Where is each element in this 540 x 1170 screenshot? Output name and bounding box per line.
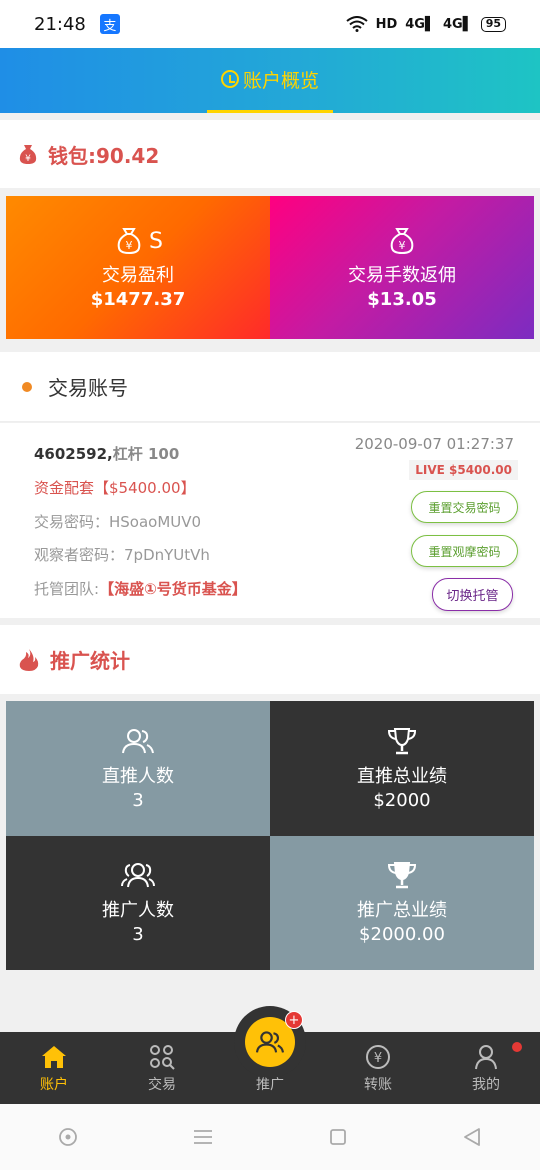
- promo-title: 直推人数: [102, 765, 174, 787]
- network-label: HD: [375, 16, 398, 32]
- trade-password: 交易密码：HSoaoMUV0: [34, 513, 202, 531]
- promo-title: 推广总业绩: [357, 900, 447, 922]
- users-icon: [255, 1031, 285, 1053]
- svg-text:¥: ¥: [25, 154, 31, 164]
- team-name: 【海盛①号货币基金】: [99, 580, 247, 598]
- account-id-row: 4602592,杠杆 100: [34, 443, 179, 464]
- tab-account-overview[interactable]: 账户概览: [206, 48, 333, 113]
- tab-label: 账户: [40, 1077, 68, 1093]
- account-leverage: 杠杆 100: [112, 445, 180, 463]
- tab-account[interactable]: 账户: [0, 1032, 108, 1104]
- reset-trade-password-button[interactable]: 重置交易密码: [411, 491, 518, 523]
- wallet-balance: 钱包:90.42: [48, 143, 160, 168]
- account-fund: 资金配套【$5400.00】: [34, 479, 196, 497]
- center-tab-bump: +: [234, 1006, 306, 1078]
- profit-icon-row: ¥ S: [113, 225, 163, 257]
- stat-card-rebate[interactable]: ¥ 交易手数返佣 $13.05: [270, 196, 534, 339]
- clock-icon: [220, 70, 239, 88]
- svg-text:¥: ¥: [374, 1051, 382, 1066]
- plus-badge: +: [285, 1011, 303, 1029]
- users-icon: [122, 728, 154, 753]
- account-section-title: 交易账号: [48, 376, 128, 400]
- switch-custody-button[interactable]: 切换托管: [432, 578, 513, 611]
- earnings-cards: ¥ S 交易盈利 $1477.37 ¥ 交易手数返佣 $13.05: [6, 196, 534, 339]
- promo-section-header: 推广统计: [0, 625, 540, 694]
- stat-card-profit[interactable]: ¥ S 交易盈利 $1477.37: [6, 196, 270, 339]
- tab-mine[interactable]: 我的: [432, 1032, 540, 1104]
- assistant-circle-icon[interactable]: [57, 1126, 79, 1148]
- user-icon: [475, 1045, 497, 1070]
- stat-title: 交易手数返佣: [348, 265, 456, 286]
- promo-section-title: 推广统计: [50, 649, 130, 673]
- account-card: 4602592,杠杆 100 2020-09-07 01:27:37 LIVE …: [0, 423, 540, 618]
- bullet-dot-icon: [22, 381, 32, 392]
- back-triangle-icon[interactable]: [461, 1126, 483, 1148]
- promo-total-count[interactable]: 推广人数 3: [6, 835, 270, 970]
- account-date: 2020-09-07 01:27:37: [354, 435, 514, 453]
- tab-label: 转账: [364, 1077, 392, 1093]
- menu-lines-icon[interactable]: [192, 1127, 214, 1147]
- promo-value: $2000: [373, 789, 431, 811]
- group-users-icon: [121, 863, 155, 888]
- svg-text:¥: ¥: [399, 239, 406, 252]
- home-square-icon[interactable]: [328, 1127, 348, 1147]
- promo-direct-performance[interactable]: 直推总业绩 $2000: [270, 701, 534, 836]
- svg-text:¥: ¥: [126, 239, 133, 252]
- promo-direct-count[interactable]: 直推人数 3: [6, 701, 270, 836]
- fire-icon: [19, 648, 39, 671]
- status-time: 21:48: [34, 13, 86, 35]
- notification-dot: [512, 1042, 522, 1052]
- tab-trade[interactable]: 交易: [108, 1032, 216, 1104]
- home-icon: [42, 1046, 66, 1068]
- tab-label: 交易: [148, 1077, 176, 1093]
- money-bag-icon: ¥: [117, 228, 141, 255]
- observer-password: 观察者密码：7pDnYUtVh: [34, 546, 210, 564]
- wifi-icon: [345, 16, 368, 32]
- account-id: 4602592,: [34, 445, 113, 463]
- trophy-icon: [387, 727, 417, 754]
- promo-value: 3: [132, 924, 144, 946]
- grid-search-icon: [150, 1045, 175, 1070]
- header-title: 账户概览: [242, 69, 319, 92]
- reset-observer-password-button[interactable]: 重置观摩密码: [411, 535, 518, 567]
- stat-title: 交易盈利: [102, 265, 174, 286]
- status-right: HD 4G▌ 4G▌ 95: [345, 16, 506, 32]
- wallet-row: ¥ 钱包:90.42: [0, 120, 540, 188]
- tab-transfer[interactable]: ¥ 转账: [324, 1032, 432, 1104]
- signal-2: 4G▌: [442, 16, 473, 32]
- live-badge: LIVE $5400.00: [409, 460, 518, 480]
- page-header: 账户概览: [0, 48, 540, 113]
- battery-icon: 95: [480, 16, 506, 32]
- promo-value: 3: [132, 789, 144, 811]
- promo-grid: 直推人数 3 直推总业绩 $2000 推广人数 3 推广总业绩 $2000.00: [6, 701, 534, 970]
- stat-value: $13.05: [367, 289, 437, 310]
- promo-value: $2000.00: [359, 924, 445, 946]
- money-bag-icon: ¥: [19, 145, 37, 164]
- system-nav-bar: [0, 1104, 540, 1170]
- team-row: 托管团队:【海盛①号货币基金】: [34, 578, 247, 599]
- dollar-symbol: S: [149, 228, 163, 254]
- promo-total-performance[interactable]: 推广总业绩 $2000.00: [270, 835, 534, 970]
- alipay-icon: 支: [99, 14, 120, 34]
- trophy-icon: [387, 862, 417, 889]
- yen-circle-icon: ¥: [366, 1045, 390, 1069]
- account-section-header: 交易账号: [0, 352, 540, 422]
- stat-value: $1477.37: [90, 289, 186, 310]
- promo-title: 推广人数: [102, 900, 174, 922]
- status-bar: 21:48 支 HD 4G▌ 4G▌ 95: [0, 0, 540, 48]
- tab-label: 我的: [472, 1077, 500, 1093]
- signal-1: 4G▌: [405, 16, 435, 32]
- team-label: 托管团队:: [34, 580, 100, 598]
- promo-title: 直推总业绩: [357, 765, 447, 787]
- promote-center-button[interactable]: +: [245, 1011, 303, 1067]
- money-bag-icon: ¥: [390, 228, 414, 255]
